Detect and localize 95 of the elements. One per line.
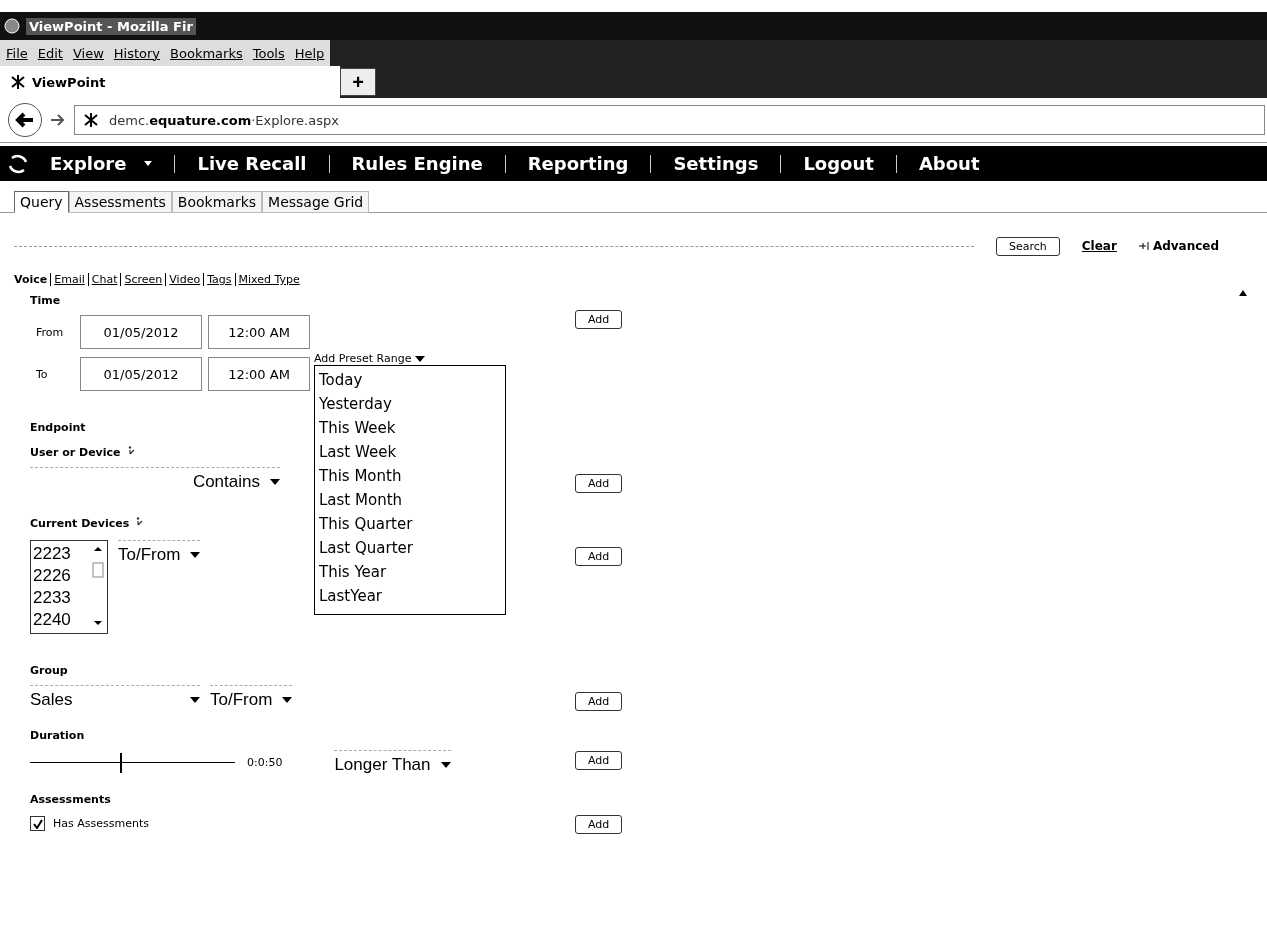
site-logo-icon: [10, 74, 26, 90]
section-heading: Group: [30, 664, 68, 677]
window-title: ViewPoint - Mozilla Fir: [26, 17, 196, 35]
info-icon[interactable]: [126, 446, 135, 456]
nav-item[interactable]: Live Recall: [174, 154, 329, 173]
section-heading: Duration: [30, 729, 85, 742]
nav-item[interactable]: Rules Engine: [328, 154, 505, 173]
duration-reading: 0:0:50: [247, 756, 283, 769]
nav-item[interactable]: Explore: [28, 154, 175, 173]
nav-item[interactable]: Settings: [650, 154, 781, 173]
caret-icon: [190, 697, 200, 703]
scroll-up-icon[interactable]: [1239, 290, 1247, 296]
menu-item[interactable]: View: [72, 45, 104, 61]
tab[interactable]: Message Grid: [262, 191, 370, 213]
date-field[interactable]: 01/05/2012: [80, 315, 202, 349]
nav-item[interactable]: Reporting: [504, 154, 651, 173]
clear-link[interactable]: Clear: [1081, 239, 1117, 253]
app-logo-icon[interactable]: [8, 153, 28, 174]
list-option[interactable]: This Week: [319, 416, 501, 440]
media-type-link[interactable]: Screen: [120, 273, 166, 286]
list-option[interactable]: This Month: [319, 464, 501, 488]
menu-item[interactable]: Tools: [252, 45, 285, 61]
checkbox[interactable]: [30, 816, 45, 831]
caret-icon: [440, 762, 451, 768]
menu-item[interactable]: History: [113, 45, 161, 61]
media-type-link[interactable]: Video: [165, 273, 204, 286]
device-listbox[interactable]: 2223 2226 2233 2240: [30, 540, 108, 634]
add-button[interactable]: Add: [575, 547, 623, 566]
address-bar[interactable]: demc.equature.com·Explore.aspx: [74, 105, 1265, 135]
comparison-dropdown[interactable]: Longer Than: [334, 750, 451, 775]
menu-item[interactable]: Edit: [37, 45, 63, 61]
field-label: From: [35, 325, 65, 339]
site-logo-icon: [83, 112, 99, 128]
section-heading: Assessments: [30, 793, 111, 806]
field-label: To: [35, 367, 49, 381]
caret-icon: [282, 697, 293, 703]
advanced-link[interactable]: Advanced: [1152, 239, 1220, 253]
section-heading: User or Device: [30, 446, 121, 459]
nav-item[interactable]: About: [895, 154, 1002, 173]
info-icon[interactable]: [135, 517, 144, 527]
list-option[interactable]: Last Quarter: [319, 536, 501, 560]
add-button[interactable]: Add: [575, 474, 623, 493]
date-field[interactable]: 01/05/2012: [80, 357, 202, 391]
list-option[interactable]: This Year: [319, 560, 501, 584]
list-option[interactable]: Yesterday: [319, 392, 501, 416]
media-type-link[interactable]: Voice: [14, 273, 51, 286]
nav-item[interactable]: Logout: [780, 154, 896, 173]
back-button[interactable]: [8, 103, 42, 137]
list-option[interactable]: 2226: [33, 565, 91, 587]
menu-item[interactable]: File: [6, 45, 28, 61]
tab[interactable]: Query: [14, 191, 69, 213]
caret-icon: [190, 552, 201, 558]
list-option[interactable]: This Quarter: [319, 512, 501, 536]
list-option[interactable]: Today: [319, 368, 501, 392]
add-button[interactable]: Add: [575, 692, 623, 711]
menu-item[interactable]: Help: [294, 45, 325, 61]
slider-thumb[interactable]: [120, 752, 123, 773]
preset-range-label[interactable]: Add Preset Range: [314, 352, 412, 365]
caret-icon: [270, 479, 280, 485]
browser-tab[interactable]: ViewPoint: [0, 66, 340, 98]
add-button[interactable]: Add: [575, 751, 623, 770]
time-field[interactable]: 12:00 AM: [208, 357, 310, 391]
operator-dropdown[interactable]: Contains: [30, 467, 280, 492]
list-option[interactable]: 2223: [33, 543, 91, 565]
forward-arrow-icon: [50, 113, 66, 127]
tab[interactable]: Assessments: [68, 191, 172, 213]
search-button[interactable]: Search: [996, 236, 1060, 256]
section-heading: Endpoint: [30, 421, 86, 434]
section-heading: Current Devices: [30, 517, 130, 530]
media-type-link[interactable]: Chat: [87, 273, 121, 286]
direction-dropdown[interactable]: To/From: [210, 685, 293, 710]
list-option[interactable]: Last Month: [319, 488, 501, 512]
list-option[interactable]: 2240: [33, 609, 91, 631]
media-type-link[interactable]: Tags: [203, 273, 235, 286]
add-button[interactable]: Add: [575, 310, 623, 329]
tab[interactable]: Bookmarks: [171, 191, 263, 213]
url-text: demc.equature.com·Explore.aspx: [109, 112, 339, 128]
media-type-link[interactable]: Email: [50, 273, 88, 286]
caret-icon: [415, 355, 426, 362]
section-heading: Time: [30, 294, 61, 307]
toggle-icon[interactable]: [1138, 242, 1149, 250]
menu-item[interactable]: Bookmarks: [170, 45, 243, 61]
forward-button[interactable]: [50, 113, 66, 127]
tab-title: ViewPoint: [32, 74, 106, 90]
back-arrow-icon: [15, 112, 35, 128]
media-type-link[interactable]: Mixed Type: [234, 273, 303, 286]
group-dropdown[interactable]: Sales: [30, 685, 200, 710]
checkbox-label: Has Assessments: [53, 817, 149, 830]
list-option[interactable]: LastYear: [319, 584, 501, 608]
direction-dropdown[interactable]: To/From: [118, 540, 201, 565]
new-tab-button[interactable]: +: [340, 68, 376, 96]
list-option[interactable]: Last Week: [319, 440, 501, 464]
time-field[interactable]: 12:00 AM: [208, 315, 310, 349]
list-option[interactable]: 2233: [33, 587, 91, 609]
add-button[interactable]: Add: [575, 815, 623, 834]
